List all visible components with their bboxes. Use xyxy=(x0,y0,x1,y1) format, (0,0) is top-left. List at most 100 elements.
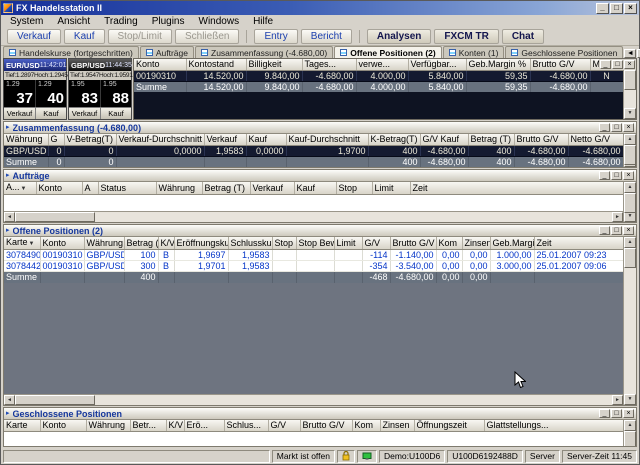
scrollbar-thumb[interactable] xyxy=(624,248,636,268)
column-header[interactable]: Verkauf xyxy=(250,182,294,195)
quote-sell-button[interactable]: Verkauf xyxy=(4,107,35,119)
column-header[interactable]: Konto xyxy=(40,237,84,250)
scroll-down-button[interactable]: ▼ xyxy=(624,108,636,119)
buy-quote-button[interactable]: 1.95 88 xyxy=(100,80,131,107)
column-header[interactable]: G xyxy=(48,134,64,145)
panel-maximize-button[interactable]: □ xyxy=(611,409,622,418)
column-header[interactable]: G/V xyxy=(362,237,390,250)
panel-close-button[interactable]: × xyxy=(623,171,634,180)
scroll-up-button[interactable]: ▲ xyxy=(624,237,636,248)
column-header[interactable]: Konto xyxy=(134,59,186,70)
column-header[interactable]: Kauf-Durchschnitt xyxy=(286,134,368,145)
column-header[interactable]: Karte▼ xyxy=(4,237,40,250)
sell-quote-button[interactable]: 1.95 83 xyxy=(69,80,100,107)
column-header[interactable]: Verfügbar... xyxy=(408,59,466,70)
column-header[interactable]: Netto G/V xyxy=(568,134,623,145)
tab-konten[interactable]: Konten (1) xyxy=(443,46,505,58)
tab-geschlossene-positionen[interactable]: Geschlossene Positionen xyxy=(505,46,623,58)
column-header[interactable]: Karte xyxy=(4,420,40,431)
tab-scroll-left-button[interactable]: ◄ xyxy=(624,49,636,58)
column-header[interactable]: V-Betrag(T) xyxy=(64,134,116,145)
column-header[interactable]: Tages... xyxy=(302,59,356,70)
window-close-button[interactable]: × xyxy=(624,3,637,14)
window-minimize-button[interactable]: _ xyxy=(596,3,609,14)
column-header[interactable]: K/V xyxy=(158,237,174,250)
tab-zusammenfassung[interactable]: Zusammenfassung (-4.680,00) xyxy=(195,46,333,58)
scrollbar-thumb[interactable] xyxy=(624,431,636,446)
menu-windows[interactable]: Windows xyxy=(192,15,247,28)
column-header[interactable]: K/V xyxy=(166,420,184,431)
panel-maximize-button[interactable]: □ xyxy=(611,171,622,180)
panel-maximize-button[interactable]: □ xyxy=(611,226,622,235)
column-header[interactable]: Zeit xyxy=(410,182,623,195)
menu-system[interactable]: System xyxy=(3,15,50,28)
entry-button[interactable]: Entry xyxy=(254,29,297,44)
scroll-up-button[interactable]: ▲ xyxy=(624,420,636,431)
sell-button[interactable]: Verkauf xyxy=(7,29,61,44)
summary-row[interactable]: Summe00400-4.680,00400-4.680,00-4.680,00 xyxy=(4,156,623,167)
column-header[interactable]: Geb.Margin xyxy=(490,237,534,250)
column-header[interactable]: Kom xyxy=(436,237,462,250)
scrollbar-thumb[interactable] xyxy=(15,395,95,405)
scroll-left-button[interactable]: ◄ xyxy=(4,395,15,405)
summary-row[interactable]: Summe14.520,009.840,00-4.680,004.000,005… xyxy=(134,81,623,92)
column-header[interactable]: Betr... xyxy=(130,420,166,431)
vertical-scrollbar[interactable]: ▲ ▼ xyxy=(623,182,636,222)
panel-close-button[interactable]: × xyxy=(623,409,634,418)
horizontal-scrollbar[interactable]: ◄ ► xyxy=(4,211,623,222)
column-header[interactable]: Limit xyxy=(334,237,362,250)
column-header[interactable]: Zinsen xyxy=(380,420,414,431)
column-header[interactable]: verwe... xyxy=(356,59,408,70)
buy-button[interactable]: Kauf xyxy=(64,29,105,44)
panel-maximize-button[interactable]: □ xyxy=(612,60,623,69)
window-maximize-button[interactable]: □ xyxy=(610,3,623,14)
scrollbar-thumb[interactable] xyxy=(624,145,636,165)
vertical-scrollbar[interactable]: ▲ ▼ xyxy=(623,134,636,167)
vertical-scrollbar[interactable]: ▲ ▼ xyxy=(623,237,636,405)
close-position-button[interactable]: Schließen xyxy=(175,29,239,44)
stop-limit-button[interactable]: Stop/Limit xyxy=(108,29,172,44)
column-header[interactable]: Betrag (T) xyxy=(468,134,514,145)
buy-quote-button[interactable]: 1.29 40 xyxy=(35,80,66,107)
column-header[interactable]: Schlus... xyxy=(224,420,268,431)
column-header[interactable]: Betrag (T) xyxy=(124,237,158,250)
vertical-scrollbar[interactable]: ▲ ▼ xyxy=(623,420,636,446)
column-header[interactable]: Stop xyxy=(272,237,296,250)
column-header[interactable]: Zeit xyxy=(534,237,623,250)
quote-sell-button[interactable]: Verkauf xyxy=(69,107,100,119)
column-header[interactable]: Stop xyxy=(336,182,372,195)
scroll-right-button[interactable]: ► xyxy=(612,395,623,405)
chat-button[interactable]: Chat xyxy=(502,29,544,44)
tab-offene-positionen[interactable]: Offene Positionen (2) xyxy=(334,46,441,58)
column-header[interactable]: Brutto G/V xyxy=(530,59,590,70)
column-header[interactable]: Kontostand xyxy=(186,59,246,70)
column-header[interactable]: Konto xyxy=(36,182,82,195)
scroll-up-button[interactable]: ▲ xyxy=(624,182,636,193)
analysis-button[interactable]: Analysen xyxy=(367,29,431,44)
quote-buy-button[interactable]: Kauf xyxy=(35,107,66,119)
column-header[interactable]: Konto xyxy=(40,420,86,431)
column-header[interactable]: Zinsen xyxy=(462,237,490,250)
scroll-down-button[interactable]: ▼ xyxy=(624,394,636,405)
panel-minimize-button[interactable]: _ xyxy=(600,60,611,69)
column-header[interactable]: Billigkeit xyxy=(246,59,302,70)
panel-close-button[interactable]: × xyxy=(624,60,635,69)
column-header[interactable]: Öffnungszeit xyxy=(414,420,484,431)
tab-auftraege[interactable]: Aufträge xyxy=(140,46,194,58)
menu-plugins[interactable]: Plugins xyxy=(145,15,192,28)
menu-ansicht[interactable]: Ansicht xyxy=(50,15,97,28)
column-header[interactable]: Kom xyxy=(352,420,380,431)
menu-hilfe[interactable]: Hilfe xyxy=(246,15,280,28)
fxcm-tr-button[interactable]: FXCM TR xyxy=(434,29,498,44)
column-header[interactable]: Währung xyxy=(156,182,202,195)
table-row[interactable]: 307844200190310GBP/USD300B1,97011,9583-3… xyxy=(4,261,623,272)
panel-maximize-button[interactable]: □ xyxy=(611,123,622,132)
scroll-left-button[interactable]: ◄ xyxy=(4,212,15,222)
column-header[interactable]: Eröffnungskurs xyxy=(174,237,228,250)
column-header[interactable]: Erö... xyxy=(184,420,224,431)
panel-titlebar[interactable]: ▸ Geschlossene Positionen _ □ × xyxy=(4,408,636,420)
column-header[interactable]: Brutto G/V xyxy=(514,134,568,145)
column-header[interactable]: Währung xyxy=(4,134,48,145)
column-header[interactable]: Geb.Margin % xyxy=(466,59,530,70)
panel-minimize-button[interactable]: _ xyxy=(599,226,610,235)
